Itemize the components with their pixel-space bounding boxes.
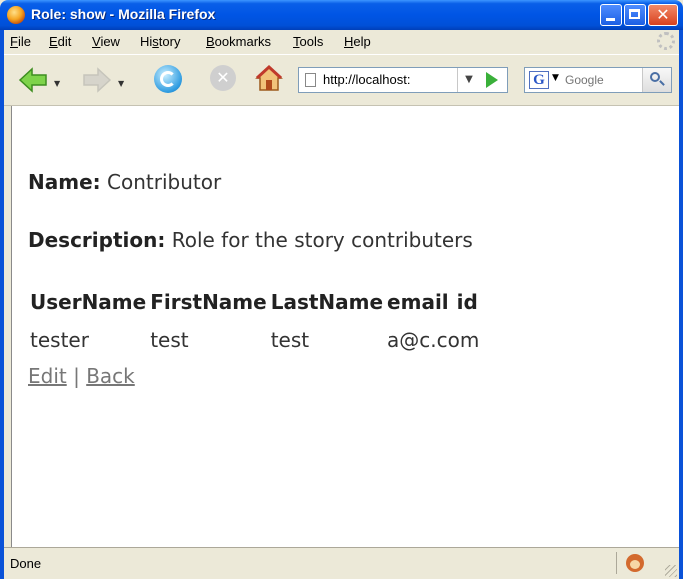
menu-bookmarks[interactable]: Bookmarks [206, 34, 271, 49]
name-label: Name: [28, 170, 101, 194]
window-border-right [679, 30, 683, 579]
column-header: id [456, 290, 478, 314]
menu-edit[interactable]: Edit [49, 34, 71, 49]
url-history-dropdown[interactable]: ▼ [457, 68, 480, 92]
forward-button[interactable] [82, 65, 112, 95]
page-icon [305, 73, 316, 87]
magnifier-handle [659, 80, 665, 86]
forward-history-dropdown[interactable]: ▼ [118, 79, 124, 88]
title-bar[interactable]: Role: show - Mozilla Firefox ✕ [0, 0, 683, 30]
users-table: UserName FirstName LastName email id tes… [28, 282, 481, 354]
browser-window: Role: show - Mozilla Firefox ✕ File Edit… [0, 0, 683, 579]
description-field: Description: Role for the story contribu… [28, 228, 473, 252]
minimize-button[interactable] [600, 4, 622, 26]
name-value: Contributor [107, 170, 222, 194]
table-header-row: UserName FirstName LastName email id [28, 282, 481, 316]
column-header: email [387, 290, 449, 314]
table-row: tester test test a@c.com [28, 316, 481, 354]
menu-view[interactable]: View [92, 34, 120, 49]
url-bar[interactable]: http://localhost: ▼ [298, 67, 508, 93]
search-bar: G ▼ [524, 67, 672, 93]
window-border-left [0, 30, 4, 579]
close-button[interactable]: ✕ [648, 4, 678, 26]
search-button[interactable] [642, 68, 671, 92]
back-button[interactable] [18, 65, 48, 95]
menu-bar: File Edit View History Bookmarks Tools H… [4, 30, 679, 54]
close-icon: ✕ [656, 5, 670, 24]
home-button[interactable] [254, 63, 284, 93]
description-value: Role for the story contributers [171, 228, 473, 252]
google-engine-icon[interactable]: G [529, 71, 549, 89]
maximize-button[interactable] [624, 4, 646, 26]
description-label: Description: [28, 228, 166, 252]
greasemonkey-icon[interactable] [626, 554, 644, 572]
menu-history[interactable]: History [140, 34, 180, 49]
page-content: Name: Contributor Description: Role for … [11, 106, 679, 547]
throbber-icon [657, 32, 675, 50]
resize-grip[interactable] [665, 565, 677, 577]
url-text[interactable]: http://localhost: [323, 72, 410, 87]
edit-link[interactable]: Edit [28, 364, 67, 388]
go-button[interactable] [486, 72, 498, 88]
engine-dropdown-icon[interactable]: ▼ [552, 73, 559, 83]
name-field: Name: Contributor [28, 170, 221, 194]
stop-button[interactable]: ✕ [210, 65, 236, 91]
column-header: UserName [30, 290, 147, 314]
menu-file[interactable]: File [10, 34, 31, 49]
search-input[interactable] [565, 70, 635, 90]
column-header: LastName [270, 290, 384, 314]
link-separator: | [73, 364, 80, 388]
back-link[interactable]: Back [86, 364, 135, 388]
firefox-icon [7, 6, 25, 24]
table-cell: a@c.com [387, 328, 480, 352]
status-text: Done [10, 556, 42, 571]
reload-icon [160, 71, 176, 87]
action-links: Edit | Back [28, 364, 135, 388]
status-divider [616, 552, 617, 574]
reload-button[interactable] [154, 65, 182, 93]
window-title: Role: show - Mozilla Firefox [31, 6, 216, 22]
navigation-toolbar: ▼ ▼ ✕ http://localhost: ▼ G ▼ [4, 54, 679, 106]
table-cell: test [150, 328, 189, 352]
table-cell: test [270, 328, 310, 352]
table-cell: tester [30, 328, 89, 352]
back-history-dropdown[interactable]: ▼ [54, 79, 60, 88]
menu-help[interactable]: Help [344, 34, 371, 49]
status-bar: Done [4, 547, 679, 579]
column-header: FirstName [150, 290, 267, 314]
menu-tools[interactable]: Tools [293, 34, 323, 49]
